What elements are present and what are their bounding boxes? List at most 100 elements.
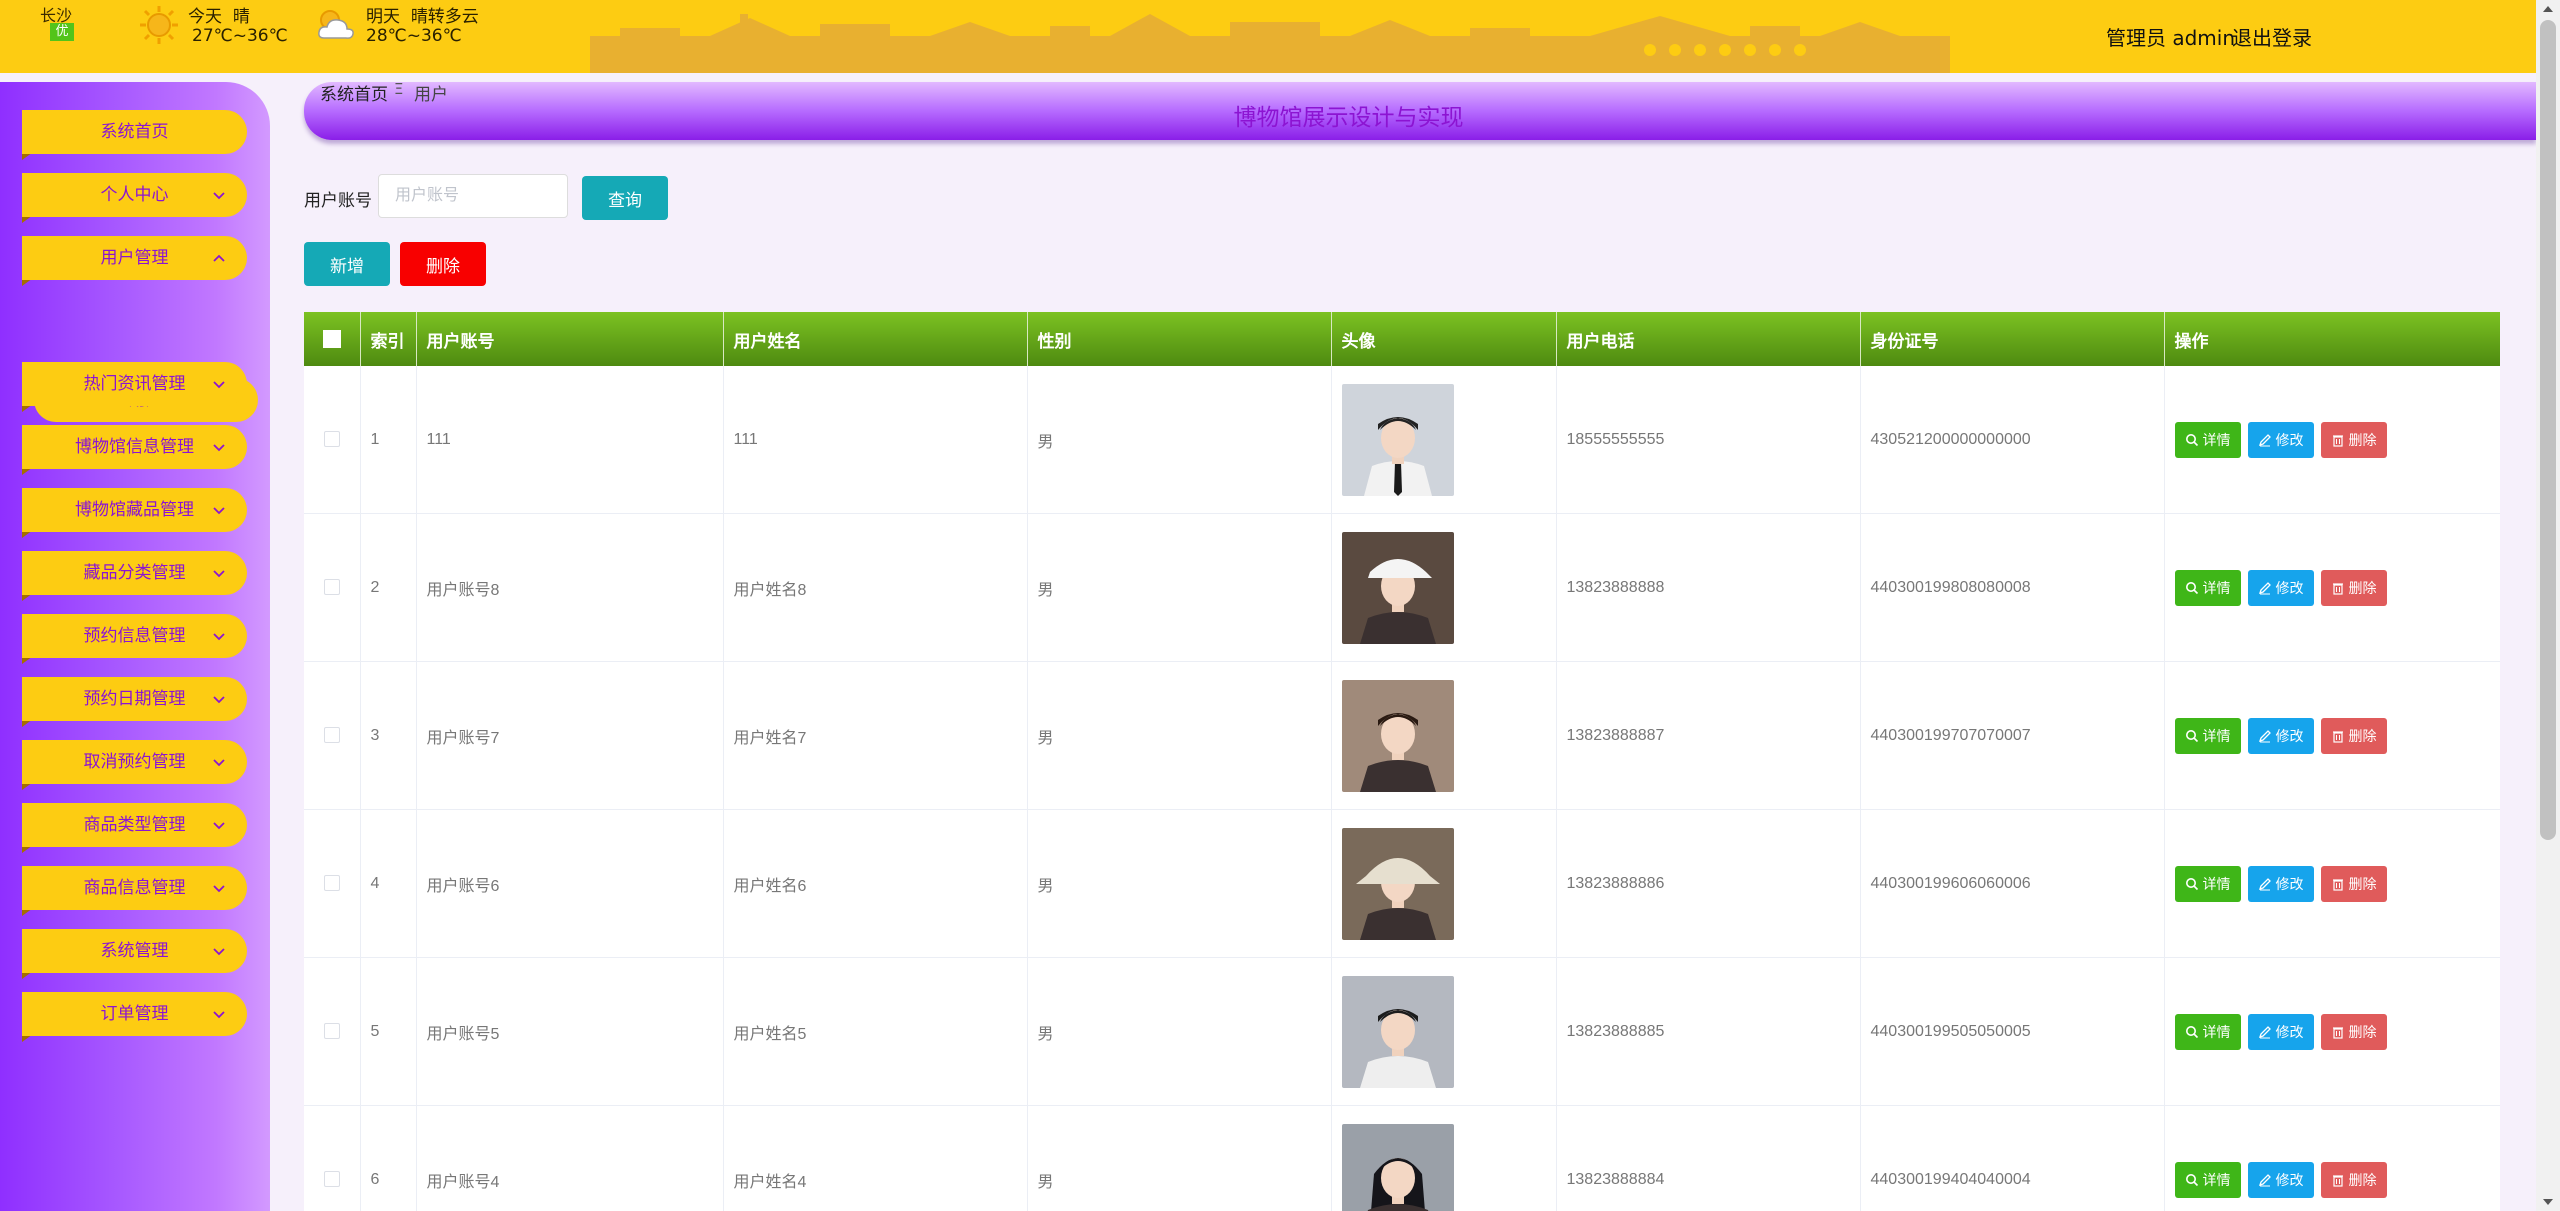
edit-label: 修改 [2275,1024,2304,1041]
cell-id-card: 440300199505050005 [1860,957,2165,1106]
detail-button[interactable]: 详情 [2174,421,2241,458]
search-icon [2185,581,2198,594]
cell-actions: 详情 修改 删除 [2164,1105,2500,1211]
cell-actions: 详情 修改 删除 [2164,957,2500,1106]
chevron-down-icon [213,885,225,893]
sidebar-item-goods-type[interactable]: 商品类型管理 [22,803,247,853]
chevron-down-icon [213,633,225,641]
row-checkbox-cell[interactable] [304,1105,361,1211]
row-checkbox-cell[interactable] [304,957,361,1106]
cell-gender: 男 [1027,1105,1332,1211]
scroll-down-icon[interactable] [2543,1199,2553,1205]
detail-button[interactable]: 详情 [2174,865,2241,902]
delete-button[interactable]: 删除 [2320,865,2387,902]
column-header-id-card: 身份证号 [1860,312,2165,366]
delete-button[interactable]: 删除 [2320,569,2387,606]
avatar [1341,679,1454,792]
search-icon [2185,877,2198,890]
chevron-down-icon [213,444,225,452]
cell-avatar [1331,1105,1557,1211]
edit-button[interactable]: 修改 [2247,569,2314,606]
chevron-down-icon [213,192,225,200]
row-checkbox[interactable] [323,875,340,892]
cell-gender: 男 [1027,809,1332,958]
sidebar-item-news[interactable]: 热门资讯管理 [22,362,247,412]
row-checkbox-cell[interactable] [304,809,361,958]
row-checkbox-cell[interactable] [304,513,361,662]
sidebar-item-reservation-date[interactable]: 预约日期管理 [22,677,247,727]
sidebar-item-system[interactable]: 系统管理 [22,929,247,979]
row-checkbox-cell[interactable] [304,661,361,810]
sidebar-item-profile[interactable]: 个人中心 [22,173,247,223]
edit-icon [2258,877,2271,890]
city-skyline-graphic [590,14,1950,73]
batch-delete-button[interactable]: 删除 [400,242,486,286]
logout-link[interactable]: 退出登录 [2232,22,2312,51]
today-condition: 晴 [232,7,250,27]
detail-button[interactable]: 详情 [2174,1161,2241,1198]
chevron-down-icon [213,1011,225,1019]
row-checkbox-cell[interactable] [304,366,361,514]
cell-account: 用户账号6 [416,809,724,958]
sidebar-item-cancel-reservation[interactable]: 取消预约管理 [22,740,247,790]
table-row: 3 用户账号7 用户姓名7 男 13823888887 44030019970707000… [304,661,2500,810]
sidebar-item-collection-category[interactable]: 藏品分类管理 [22,551,247,601]
chevron-down-icon [213,948,225,956]
cell-phone: 13823888884 [1556,1105,1861,1211]
row-checkbox[interactable] [323,1023,340,1040]
edit-button[interactable]: 修改 [2247,421,2314,458]
page-title: 博物馆展示设计与实现 [1233,105,1464,131]
detail-label: 详情 [2202,728,2231,745]
cell-actions: 详情 修改 删除 [2164,661,2500,810]
cell-phone: 18555555555 [1556,366,1861,514]
column-header-account: 用户账号 [416,312,724,366]
edit-label: 修改 [2275,432,2304,449]
cell-actions: 详情 修改 删除 [2164,809,2500,958]
delete-button[interactable]: 删除 [2320,421,2387,458]
sidebar-item-collection[interactable]: 博物馆藏品管理 [22,488,247,538]
query-button[interactable]: 查询 [582,176,668,220]
cell-gender: 男 [1027,513,1332,662]
row-checkbox[interactable] [323,431,340,448]
avatar [1341,531,1454,644]
edit-button[interactable]: 修改 [2247,717,2314,754]
select-all-checkbox[interactable] [304,312,361,366]
detail-button[interactable]: 详情 [2174,717,2241,754]
detail-button[interactable]: 详情 [2174,1013,2241,1050]
partly-cloudy-icon [318,10,354,39]
edit-button[interactable]: 修改 [2247,865,2314,902]
sidebar-item-order[interactable]: 订单管理 [22,992,247,1042]
row-checkbox[interactable] [323,727,340,744]
detail-button[interactable]: 详情 [2174,569,2241,606]
search-icon [2185,729,2198,742]
row-checkbox[interactable] [323,579,340,596]
column-header-gender: 性别 [1027,312,1332,366]
sidebar-item-user-manage[interactable]: 用户管理 [22,236,247,286]
detail-label: 详情 [2202,876,2231,893]
row-checkbox[interactable] [323,1171,340,1188]
edit-button[interactable]: 修改 [2247,1161,2314,1198]
sidebar-item-reservation[interactable]: 预约信息管理 [22,614,247,664]
tomorrow-temp: 28℃~36℃ [366,26,462,46]
delete-button[interactable]: 删除 [2320,1161,2387,1198]
search-label: 用户账号 [304,191,372,211]
column-header-avatar: 头像 [1331,312,1557,366]
scrollbar-thumb[interactable] [2540,20,2556,840]
sidebar-item-goods-info[interactable]: 商品信息管理 [22,866,247,916]
cell-avatar [1331,809,1557,958]
delete-label: 删除 [2348,876,2377,893]
cell-id-card: 440300199606060006 [1860,809,2165,958]
delete-button[interactable]: 删除 [2320,1013,2387,1050]
cell-account: 用户账号4 [416,1105,724,1211]
edit-button[interactable]: 修改 [2247,1013,2314,1050]
delete-button[interactable]: 删除 [2320,717,2387,754]
tomorrow-label: 明天 [366,7,400,27]
sidebar-item-home[interactable]: 系统首页 [22,110,247,160]
scroll-up-icon[interactable] [2543,6,2553,12]
vertical-scrollbar[interactable] [2536,0,2560,1211]
edit-icon [2258,433,2271,446]
add-button[interactable]: 新增 [304,242,390,286]
sidebar-item-museum-info[interactable]: 博物馆信息管理 [22,425,247,475]
avatar [1341,383,1454,496]
account-search-input[interactable] [378,174,568,218]
